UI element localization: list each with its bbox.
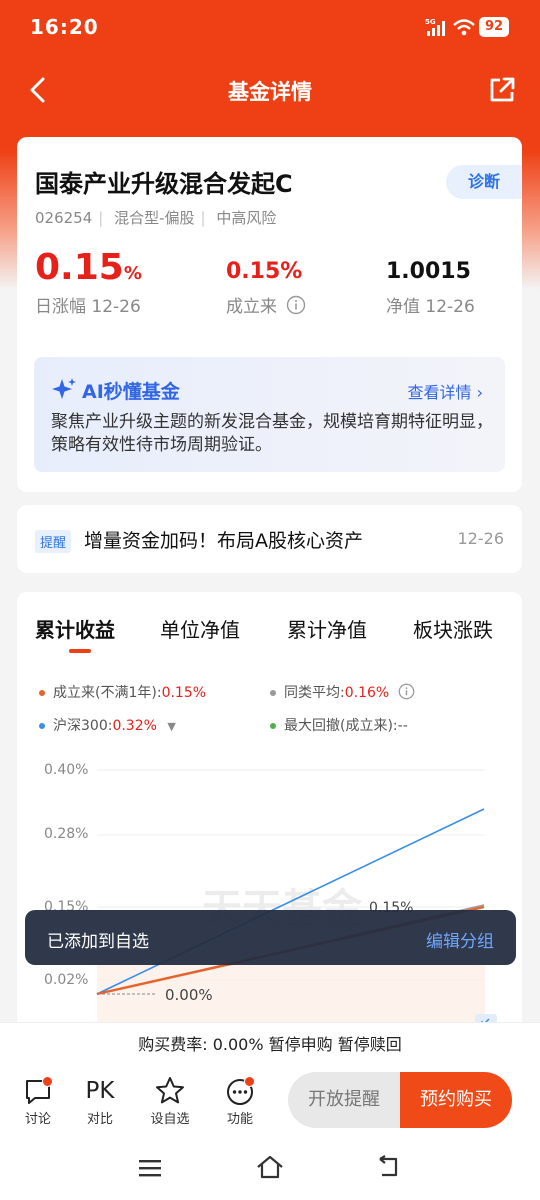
ai-summary-text: 聚焦产业升级主题的新发混合基金，规模培育期特征明显，策略有效性待市场周期验证。 (51, 412, 493, 455)
notification-dot (42, 1076, 53, 1087)
baseline-label: 0.00% (165, 986, 213, 1004)
nav-value: 1.0015 (386, 259, 471, 284)
fund-code: 026254 (35, 209, 93, 227)
battery-icon: 92 (479, 17, 509, 37)
info-icon[interactable] (286, 295, 306, 315)
page-title: 基金详情 (228, 80, 312, 104)
open-reminder-button[interactable]: 开放提醒 (288, 1072, 400, 1128)
notice-tag: 提醒 (35, 530, 72, 553)
daily-change: 0.15% (35, 247, 142, 288)
system-nav-bar (0, 1138, 540, 1200)
back-nav-icon[interactable] (376, 1155, 404, 1179)
fund-type: 混合型-偏股 (114, 209, 195, 227)
ai-summary-box[interactable]: AI秒懂基金 查看详情 › 聚焦产业升级主题的新发混合基金，规模培育期特征明显，… (34, 357, 505, 472)
star-icon (156, 1077, 184, 1104)
toast-message: 已添加到自选 (47, 932, 149, 952)
fund-info-card: 国泰产业升级混合发起C 诊断 026254 | 混合型-偏股 | 中高风险 0.15… (17, 137, 522, 492)
fund-meta: 026254 | 混合型-偏股 | 中高风险 (35, 209, 277, 227)
status-bar: 16:20 5G 92 (0, 0, 540, 56)
nav-label: 净值 12-26 (386, 297, 475, 317)
share-icon[interactable] (486, 74, 518, 106)
notice-date: 12-26 (457, 529, 505, 548)
chart-card: 累计收益 单位净值 累计净值 板块涨跌 成立来(不满1年):0.15% 同类平均… (17, 592, 522, 1032)
pk-icon: PK (85, 1078, 115, 1104)
function-button[interactable]: 功能 (210, 1074, 270, 1127)
signal-icon: 5G (425, 18, 445, 36)
notice-card[interactable]: 提醒 增量资金加码！布局A股核心资产 12-26 (17, 505, 522, 573)
discuss-button[interactable]: 讨论 (8, 1074, 68, 1127)
add-watchlist-button[interactable]: 设自选 (140, 1074, 200, 1127)
notice-text: 增量资金加码！布局A股核心资产 (84, 530, 363, 552)
daily-change-label: 日涨幅 12-26 (35, 297, 141, 317)
since-inception-value: 0.15% (226, 259, 303, 284)
home-icon[interactable] (255, 1154, 285, 1180)
status-time: 16:20 (30, 15, 99, 39)
chevron-right-icon: › (476, 383, 483, 402)
edit-group-link[interactable]: 编辑分组 (426, 927, 494, 952)
reserve-buy-button[interactable]: 预约购买 (400, 1072, 512, 1128)
nav-bar: 基金详情 (0, 60, 540, 120)
menu-icon[interactable] (138, 1158, 162, 1178)
toast: 已添加到自选 编辑分组 (25, 910, 516, 965)
compare-button[interactable]: PK 对比 (70, 1074, 130, 1127)
fund-name: 国泰产业升级混合发起C (35, 170, 293, 198)
ai-title: AI秒懂基金 (82, 381, 180, 403)
bottom-bar: 讨论 PK 对比 设自选 功能 开放提醒 预约购买 (0, 1066, 540, 1138)
network-label: 5G (425, 18, 436, 26)
ai-more-link[interactable]: 查看详情 › (407, 379, 483, 403)
sparkle-icon (52, 378, 76, 399)
fee-info: 购买费率: 0.00% 暂停申购 暂停赎回 (0, 1022, 540, 1066)
notification-dot (244, 1076, 255, 1087)
diagnose-button[interactable]: 诊断 (446, 165, 522, 199)
wifi-icon (453, 19, 475, 36)
chart-plot[interactable]: 天天基金 0.15% 0.00% (17, 592, 522, 1032)
fund-risk: 中高风险 (216, 209, 277, 227)
since-inception-label: 成立来 (226, 292, 306, 317)
